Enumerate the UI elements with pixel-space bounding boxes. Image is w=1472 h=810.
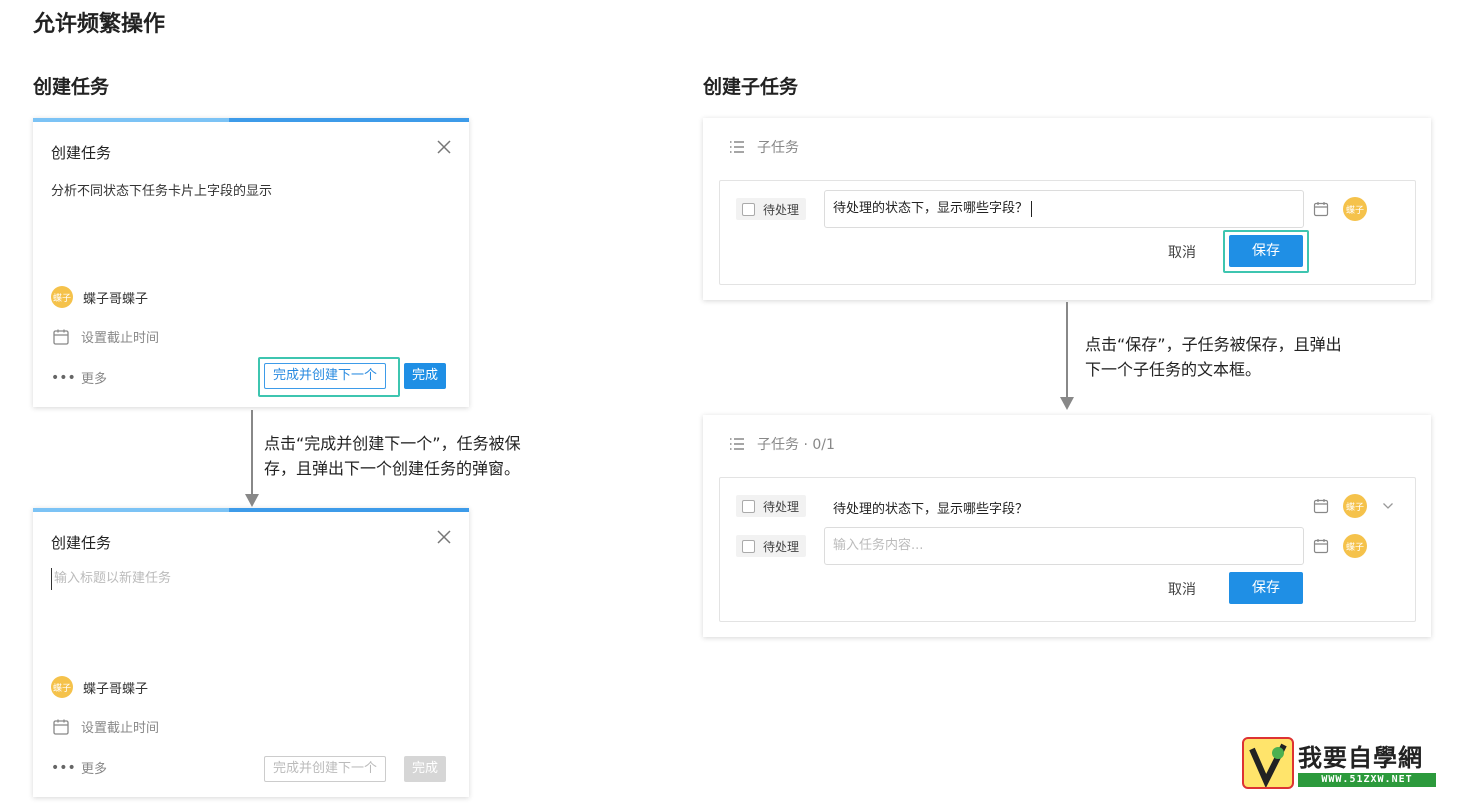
annotation-line: 下一个子任务的文本框。 [1085, 360, 1262, 379]
flow-arrow-head [1060, 397, 1074, 410]
status-checkbox[interactable] [742, 499, 755, 513]
annotation-left: 点击“完成并创建下一个”，任务被保 存，且弹出下一个创建任务的弹窗。 [264, 431, 521, 481]
subtask-panel-editing: 子任务 待处理 待处理的状态下，显示哪些字段？ 蝶子 取消 保存 [703, 118, 1431, 300]
calendar-icon[interactable] [1313, 538, 1329, 554]
avatar: 蝶子 [51, 286, 73, 308]
assignee-row[interactable]: 蝶子 蝶子哥蝶子 [51, 676, 148, 698]
left-section-title: 创建任务 [33, 76, 110, 98]
subtask-header: 子任务 [729, 137, 799, 157]
more-row[interactable]: ••• 更多 [51, 368, 108, 388]
complete-and-next-button[interactable]: 完成并创建下一个 [264, 756, 387, 782]
annotation-right: 点击“保存”，子任务被保存，且弹出 下一个子任务的文本框。 [1085, 332, 1342, 382]
subtask-input-value: 待处理的状态下，显示哪些字段？ [833, 201, 1029, 216]
annotation-line: 点击“保存”，子任务被保存，且弹出 [1085, 335, 1342, 354]
due-date-label: 设置截止时间 [81, 721, 160, 736]
task-title-text[interactable]: 分析不同状态下任务卡片上字段的显示 [51, 180, 272, 199]
subtask-title[interactable]: 待处理的状态下，显示哪些字段？ [833, 498, 1028, 517]
modal-title: 创建任务 [51, 534, 112, 552]
list-icon [730, 141, 744, 153]
save-button[interactable]: 保存 [1229, 572, 1303, 604]
subtask-header-label: 子任务 [757, 140, 799, 156]
annotation-line: 存，且弹出下一个创建任务的弹窗。 [264, 459, 521, 478]
calendar-icon [53, 719, 69, 735]
assignee-name: 蝶子哥蝶子 [83, 681, 149, 697]
chevron-down-icon[interactable] [1382, 502, 1394, 510]
subtask-input[interactable]: 待处理的状态下，显示哪些字段？ [824, 190, 1304, 228]
complete-button[interactable]: 完成 [404, 756, 447, 782]
save-button[interactable]: 保存 [1229, 235, 1303, 267]
status-tag[interactable]: 待处理 [736, 198, 807, 220]
assignee-row[interactable]: 蝶子 蝶子哥蝶子 [51, 286, 148, 308]
logo-v-icon [1249, 743, 1287, 789]
subtask-editor: 待处理 待处理的状态下，显示哪些字段？ 蝶子 取消 保存 [719, 180, 1416, 285]
avatar[interactable]: 蝶子 [1343, 534, 1367, 558]
more-label: 更多 [81, 762, 108, 777]
list-icon [730, 438, 744, 450]
avatar[interactable]: 蝶子 [1343, 494, 1367, 518]
complete-and-next-button[interactable]: 完成并创建下一个 [264, 363, 387, 389]
cancel-button[interactable]: 取消 [1168, 242, 1196, 262]
logo-url: WWW.51ZXW.NET [1298, 773, 1436, 787]
status-label: 待处理 [763, 499, 800, 514]
cancel-button[interactable]: 取消 [1168, 579, 1196, 599]
create-task-modal-filled: 创建任务 分析不同状态下任务卡片上字段的显示 蝶子 蝶子哥蝶子 设置截止时间 •… [33, 118, 469, 407]
due-date-row[interactable]: 设置截止时间 [51, 327, 159, 346]
annotation-line: 点击“完成并创建下一个”，任务被保 [264, 434, 521, 453]
due-date-row[interactable]: 设置截止时间 [51, 717, 159, 736]
logo-name: 我要自學網 [1298, 744, 1423, 772]
modal-title: 创建任务 [51, 144, 112, 162]
avatar: 蝶子 [51, 676, 73, 698]
avatar[interactable]: 蝶子 [1343, 197, 1367, 221]
subtask-header-label: 子任务 · 0/1 [757, 437, 835, 453]
flow-arrow-line [1066, 302, 1068, 398]
subtask-input[interactable]: 输入任务内容... [824, 527, 1304, 565]
complete-button[interactable]: 完成 [404, 363, 447, 389]
status-checkbox[interactable] [742, 202, 755, 216]
close-icon[interactable] [435, 138, 453, 156]
status-label: 待处理 [763, 539, 800, 554]
calendar-icon[interactable] [1313, 201, 1329, 217]
calendar-icon[interactable] [1313, 498, 1329, 514]
flow-arrow-line [251, 410, 253, 495]
flow-arrow-head [245, 494, 259, 507]
more-label: 更多 [81, 372, 108, 387]
status-label: 待处理 [763, 202, 800, 217]
status-tag[interactable]: 待处理 [736, 495, 807, 517]
task-title-input[interactable]: 输入标题以新建任务 [51, 568, 411, 590]
due-date-label: 设置截止时间 [81, 331, 160, 346]
logo-mark [1242, 737, 1294, 789]
status-tag[interactable]: 待处理 [736, 535, 807, 557]
watermark-logo: 我要自學網 WWW.51ZXW.NET [1242, 737, 1440, 791]
subtask-header: 子任务 · 0/1 [729, 434, 835, 454]
text-caret [1031, 200, 1033, 217]
right-section-title: 创建子任务 [703, 76, 799, 98]
create-task-modal-empty: 创建任务 输入标题以新建任务 蝶子 蝶子哥蝶子 设置截止时间 ••• 更多 完成… [33, 508, 469, 797]
page-title: 允许频繁操作 [33, 6, 170, 40]
more-icon: ••• [51, 369, 76, 386]
status-checkbox[interactable] [742, 539, 755, 553]
subtask-list: 待处理 待处理的状态下，显示哪些字段？ 蝶子 待处理 输入任务内容... 蝶子 … [719, 477, 1416, 622]
more-icon: ••• [51, 759, 76, 776]
subtask-panel-next: 子任务 · 0/1 待处理 待处理的状态下，显示哪些字段？ 蝶子 待处理 输入任… [703, 415, 1431, 637]
assignee-name: 蝶子哥蝶子 [83, 291, 149, 307]
more-row[interactable]: ••• 更多 [51, 758, 108, 778]
calendar-icon [53, 329, 69, 345]
close-icon[interactable] [435, 528, 453, 546]
